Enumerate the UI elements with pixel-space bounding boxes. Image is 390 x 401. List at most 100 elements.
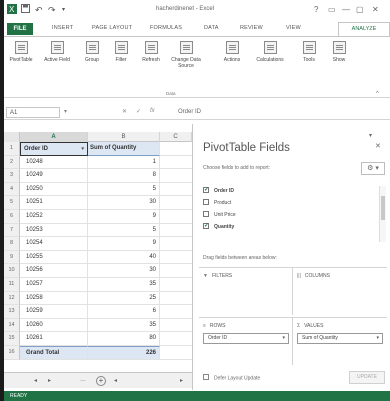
column-header-a[interactable]: A [20, 132, 88, 142]
tab-view[interactable]: VIEW [286, 25, 301, 31]
cell-c[interactable] [160, 142, 192, 156]
change-data-source-button[interactable]: Change Data Source [168, 41, 204, 69]
actions-button[interactable]: Actions [218, 41, 246, 63]
field-checkbox[interactable] [203, 198, 209, 205]
cell-c[interactable] [160, 224, 192, 238]
active-field-button[interactable]: Active Field [44, 41, 70, 63]
calculations-button[interactable]: Calculations [250, 41, 290, 63]
row-header[interactable]: 3 [4, 169, 20, 183]
row-header[interactable]: 7 [4, 223, 20, 238]
sheet-scroll-right-icon[interactable]: ▸ [180, 377, 183, 384]
filter-button[interactable]: Filter [110, 41, 132, 63]
scroll-thumb[interactable] [381, 196, 385, 220]
next-sheet-icon[interactable]: ▸ [48, 377, 51, 384]
cell-c[interactable] [160, 196, 192, 210]
cell-a[interactable]: 10258 [20, 291, 88, 306]
column-header-c[interactable]: C [160, 132, 192, 142]
cell-b[interactable]: 6 [88, 305, 160, 319]
defer-layout-update[interactable]: Defer Layout Update [203, 374, 260, 381]
cell-b[interactable]: 25 [88, 291, 160, 306]
cell-a[interactable]: 10260 [20, 318, 88, 333]
chevron-down-icon[interactable]: ▾ [376, 334, 379, 343]
row-header[interactable]: 9 [4, 250, 20, 265]
row-header[interactable]: 12 [4, 291, 20, 306]
chevron-down-icon[interactable]: ▾ [282, 334, 285, 343]
row-header[interactable]: 5 [4, 196, 20, 210]
row-header[interactable]: 4 [4, 182, 20, 197]
cell-c[interactable] [160, 332, 192, 346]
rows-area[interactable]: ≡ ROWS Order ID ▾ [199, 317, 293, 365]
cell-b[interactable]: 1 [88, 155, 160, 170]
tab-review[interactable]: REVIEW [240, 25, 263, 31]
cell-a1-order-id[interactable]: Order ID ▾ [20, 142, 88, 156]
row-header[interactable]: 1 [4, 142, 20, 156]
row-header[interactable]: 8 [4, 237, 20, 251]
cell-c[interactable] [160, 169, 192, 183]
collapse-ribbon-icon[interactable]: ^ [376, 91, 379, 97]
cell-b[interactable]: 8 [88, 169, 160, 183]
field-checkbox[interactable]: ✓ [203, 186, 209, 193]
prev-sheet-icon[interactable]: ◂ [34, 377, 37, 384]
rows-field-order-id[interactable]: Order ID ▾ [203, 333, 289, 344]
field-list-scrollbar[interactable] [379, 186, 386, 242]
row-header[interactable]: 13 [4, 305, 20, 319]
refresh-button[interactable]: Refresh [138, 41, 164, 63]
group-button[interactable]: Group [80, 41, 104, 63]
row-header[interactable]: 10 [4, 264, 20, 278]
sheet-more-icon[interactable]: … [80, 377, 86, 383]
cell-b[interactable]: 35 [88, 278, 160, 292]
field-order-id[interactable]: ✓ Order ID [203, 186, 234, 196]
cell-c[interactable] [160, 305, 192, 319]
cell-a[interactable]: 10252 [20, 210, 88, 224]
cell-b[interactable]: 40 [88, 250, 160, 265]
cell-b[interactable]: Sum of Quantity [88, 142, 160, 156]
tools-button[interactable]: Tools [298, 41, 320, 63]
cell-c[interactable] [160, 156, 192, 170]
cell-c[interactable] [160, 183, 192, 197]
cell-a[interactable]: 10248 [20, 155, 88, 170]
column-header-b[interactable]: B [88, 132, 160, 142]
cell-b[interactable]: 9 [88, 237, 160, 251]
redo-icon[interactable]: ↷ [48, 4, 56, 16]
tab-analyze[interactable]: ANALYZE [338, 22, 390, 36]
save-icon[interactable] [21, 4, 30, 16]
field-quantity[interactable]: ✓ Quantity [203, 222, 234, 232]
field-checkbox[interactable] [203, 210, 209, 217]
add-sheet-icon[interactable]: + [96, 376, 106, 386]
tab-insert[interactable]: INSERT [52, 25, 73, 31]
insert-function-icon[interactable]: fx [150, 108, 155, 114]
cell-a[interactable]: 10259 [20, 305, 88, 319]
cell-c[interactable] [160, 278, 192, 292]
cell-b[interactable]: 30 [88, 264, 160, 278]
row-header[interactable]: 16 [4, 346, 20, 360]
columns-area[interactable]: ||| COLUMNS [293, 267, 387, 315]
field-unit-price[interactable]: Unit Price [203, 210, 236, 220]
row-header[interactable]: 2 [4, 155, 20, 170]
field-checkbox[interactable]: ✓ [203, 222, 209, 229]
ribbon-display-icon[interactable]: ▭ [328, 5, 336, 14]
field-product[interactable]: Product [203, 198, 231, 208]
maximize-icon[interactable]: ▢ [356, 5, 364, 14]
cell-a[interactable]: Grand Total [20, 346, 88, 360]
close-icon[interactable]: ✕ [372, 5, 379, 14]
cell-c[interactable] [160, 319, 192, 333]
undo-icon[interactable]: ↶ [35, 4, 43, 16]
select-all-corner[interactable] [4, 132, 20, 142]
row-header[interactable]: 14 [4, 318, 20, 333]
tab-page-layout[interactable]: PAGE LAYOUT [92, 25, 132, 31]
cancel-icon[interactable]: ✕ [122, 108, 127, 115]
cell-b[interactable]: 30 [88, 196, 160, 210]
cell-a[interactable]: 10254 [20, 237, 88, 251]
pane-options-icon[interactable]: ▾ [369, 132, 372, 139]
field-list-settings-button[interactable]: ⚙ ▾ [361, 162, 385, 175]
cell-b[interactable]: 35 [88, 318, 160, 333]
pivottable-button[interactable]: PivotTable [6, 41, 36, 63]
cell-c[interactable] [160, 251, 192, 265]
cell-a[interactable]: 10249 [20, 169, 88, 183]
show-button[interactable]: Show [328, 41, 350, 63]
cell-b[interactable]: 226 [88, 346, 160, 360]
cell-c[interactable] [160, 237, 192, 251]
cell-a[interactable]: 10255 [20, 250, 88, 265]
tab-file[interactable]: FILE [7, 23, 33, 35]
qat-customize-icon[interactable]: ▾ [62, 4, 65, 16]
